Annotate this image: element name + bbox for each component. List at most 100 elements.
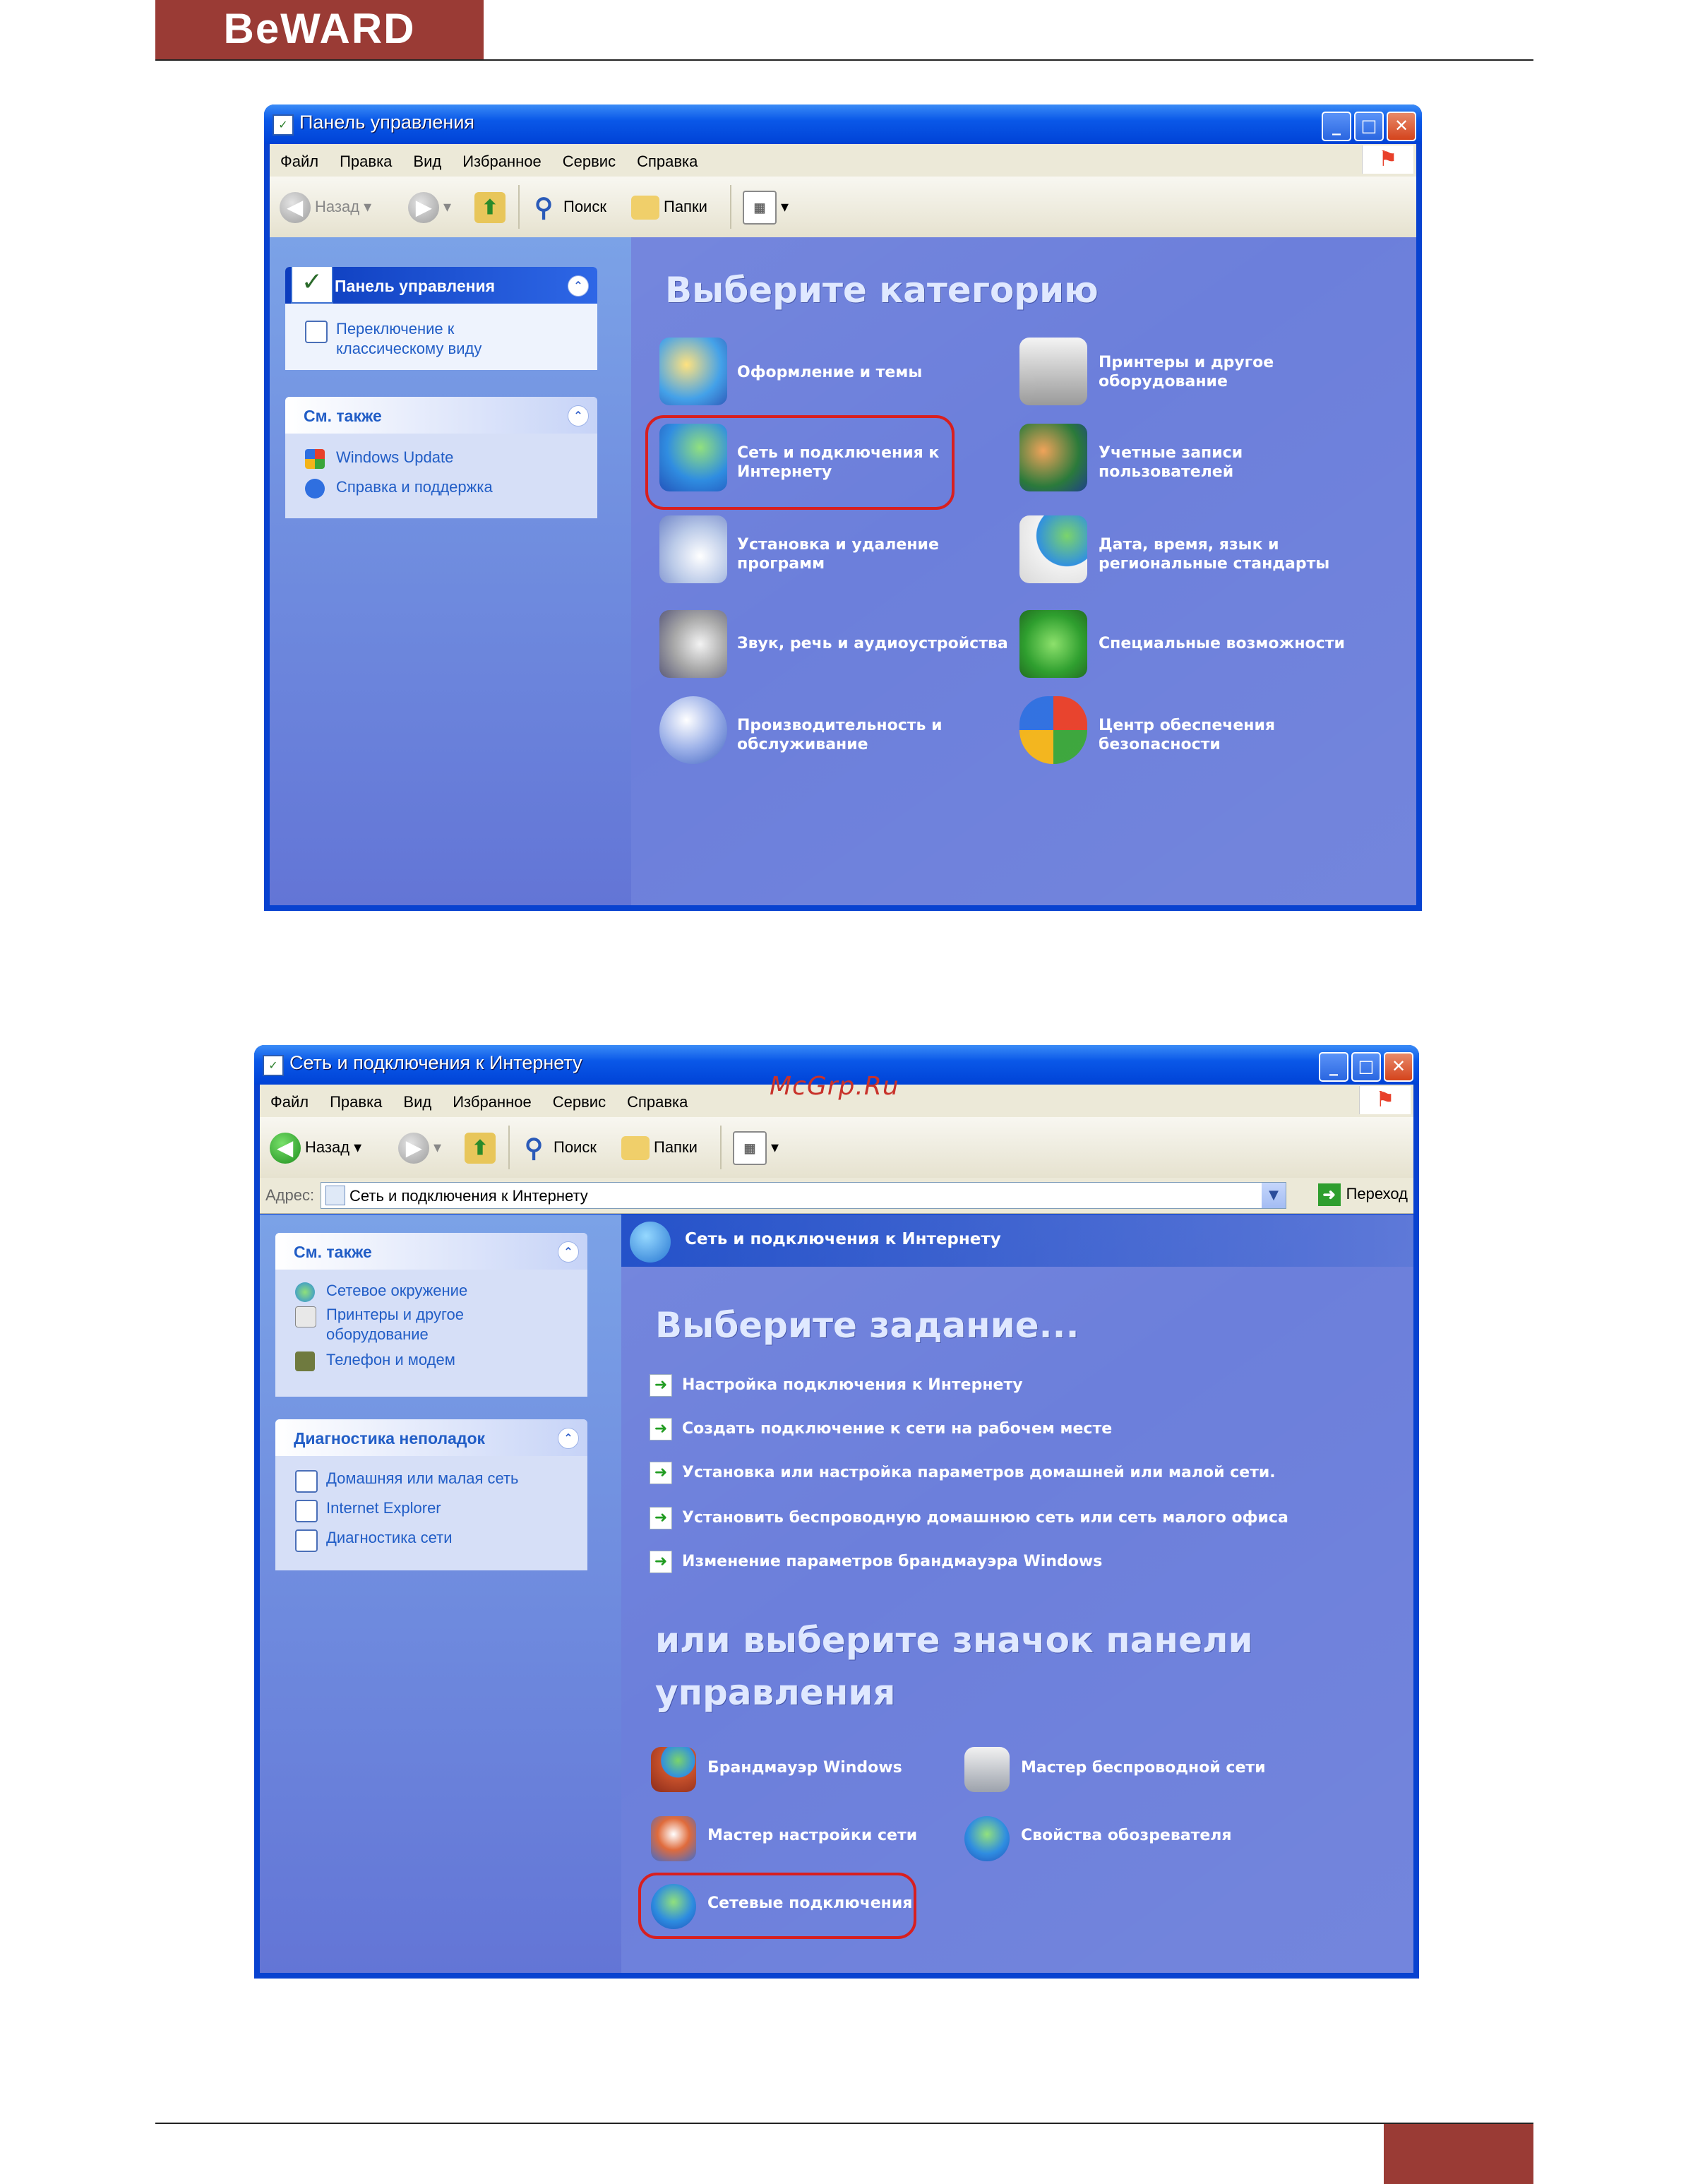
phone-modem-link[interactable]: Телефон и модем xyxy=(275,1350,587,1371)
accessibility-icon[interactable] xyxy=(1019,610,1087,678)
security-center-icon[interactable] xyxy=(1019,696,1087,764)
category-appearance[interactable]: Оформление и темы xyxy=(737,363,1005,382)
forward-button[interactable]: ▶ ▾ xyxy=(408,189,451,225)
address-input[interactable]: Сеть и подключения к Интернету ▼ xyxy=(321,1182,1286,1209)
troubleshooting-title: Диагностика неполадок xyxy=(294,1429,486,1448)
panel-icon-internet-options[interactable]: Свойства обозревателя xyxy=(1021,1826,1232,1845)
task-setup-internet[interactable]: ➜ Настройка подключения к Интернету xyxy=(650,1374,1023,1397)
menu-tools[interactable]: Сервис xyxy=(552,144,626,171)
switch-classic-view-link[interactable]: Переключение к классическому виду xyxy=(285,319,534,359)
wireless-wizard-icon[interactable] xyxy=(964,1747,1010,1792)
back-button[interactable]: ◀ Назад ▾ xyxy=(270,1130,361,1165)
chevron-down-icon[interactable]: ▼ xyxy=(1262,1183,1286,1208)
collapse-icon[interactable]: ⌃ xyxy=(558,1241,579,1263)
views-button[interactable]: ▦ ▾ xyxy=(743,189,789,225)
views-button[interactable]: ▦ ▾ xyxy=(733,1130,779,1166)
menu-view[interactable]: Вид xyxy=(393,1085,442,1111)
close-button[interactable]: ✕ xyxy=(1384,1052,1413,1082)
folders-icon xyxy=(621,1136,650,1161)
network-diagnostics-label: Диагностика сети xyxy=(326,1529,453,1546)
minimize-button[interactable]: _ xyxy=(1322,112,1351,141)
internet-explorer-label: Internet Explorer xyxy=(326,1499,441,1517)
control-panel-box-header[interactable]: ✓ Панель управления ⌃ xyxy=(285,267,597,304)
network-diagnostics-link[interactable]: Диагностика сети xyxy=(275,1528,587,1552)
menu-edit[interactable]: Правка xyxy=(329,144,402,171)
menu-tools[interactable]: Сервис xyxy=(542,1085,616,1111)
troubleshooting-header[interactable]: Диагностика неполадок ⌃ xyxy=(275,1419,587,1456)
see-also-header[interactable]: См. также ⌃ xyxy=(275,1233,587,1270)
sound-speech-icon[interactable] xyxy=(659,610,727,678)
printers-link[interactable]: Принтеры и другое оборудование xyxy=(275,1305,503,1344)
arrow-right-icon: ➜ xyxy=(650,1462,672,1484)
category-sound[interactable]: Звук, речь и аудиоустройства xyxy=(737,634,1019,653)
task-home-network-setup[interactable]: ➜ Установка или настройка параметров дома… xyxy=(650,1462,1276,1484)
task-create-workplace-connection[interactable]: ➜ Создать подключение к сети на рабочем м… xyxy=(650,1418,1112,1440)
internet-explorer-link[interactable]: Internet Explorer xyxy=(275,1498,587,1522)
search-button[interactable]: ⚲ Поиск xyxy=(518,1130,597,1165)
back-button[interactable]: ◀ Назад ▾ xyxy=(280,189,371,225)
category-accessibility[interactable]: Специальные возможности xyxy=(1099,634,1353,653)
up-button[interactable]: ⬆ xyxy=(465,1130,500,1165)
printers-icon[interactable] xyxy=(1019,338,1087,405)
help-icon xyxy=(295,1500,318,1522)
title-bar[interactable]: ✓ Панель управления _ □ ✕ xyxy=(264,105,1422,144)
category-performance[interactable]: Производительность и обслуживание xyxy=(737,716,963,754)
category-date-time[interactable]: Дата, время, язык и региональные стандар… xyxy=(1099,535,1353,573)
firewall-icon[interactable] xyxy=(651,1747,696,1792)
help-support-link[interactable]: Справка и поддержка xyxy=(285,477,597,499)
menu-file[interactable]: Файл xyxy=(270,144,329,171)
forward-button[interactable]: ▶ ▾ xyxy=(398,1130,441,1165)
search-button[interactable]: ⚲ Поиск xyxy=(528,189,606,225)
see-also-header[interactable]: См. также ⌃ xyxy=(285,397,597,434)
panel-icon-firewall[interactable]: Брандмауэр Windows xyxy=(707,1758,902,1777)
up-button[interactable]: ⬆ xyxy=(474,189,510,225)
home-network-label: Домашняя или малая сеть xyxy=(326,1469,519,1487)
task-label: Создать подключение к сети на рабочем ме… xyxy=(682,1420,1113,1438)
category-user-accounts[interactable]: Учетные записи пользователей xyxy=(1099,443,1282,482)
maximize-button[interactable]: □ xyxy=(1354,112,1384,141)
add-remove-programs-icon[interactable] xyxy=(659,515,727,583)
arrow-right-icon: ➜ xyxy=(650,1418,672,1440)
task-firewall-settings[interactable]: ➜ Изменение параметров брандмауэра Window… xyxy=(650,1551,1102,1573)
performance-maintenance-icon[interactable] xyxy=(659,696,727,764)
windows-flag-icon: ⚑ xyxy=(1359,1086,1411,1114)
date-time-language-icon[interactable] xyxy=(1019,515,1087,583)
category-security[interactable]: Центр обеспечения безопасности xyxy=(1099,716,1296,754)
close-button[interactable]: ✕ xyxy=(1387,112,1416,141)
see-also-title: См. также xyxy=(304,407,382,425)
internet-options-icon[interactable] xyxy=(964,1816,1010,1861)
menu-help[interactable]: Справка xyxy=(626,144,708,171)
minimize-button[interactable]: _ xyxy=(1319,1052,1348,1082)
category-printers[interactable]: Принтеры и другое оборудование xyxy=(1099,353,1332,391)
network-places-link[interactable]: Сетевое окружение xyxy=(275,1281,587,1302)
windows-update-link[interactable]: Windows Update xyxy=(285,448,597,469)
switch-view-label: Переключение к классическому виду xyxy=(336,320,482,357)
menu-file[interactable]: Файл xyxy=(260,1085,319,1111)
menu-favorites[interactable]: Избранное xyxy=(442,1085,542,1111)
menu-favorites[interactable]: Избранное xyxy=(452,144,552,171)
folders-button[interactable]: Папки xyxy=(621,1130,698,1165)
panel-icon-wireless-wizard[interactable]: Мастер беспроводной сети xyxy=(1021,1758,1266,1777)
toolbar: ◀ Назад ▾ ▶ ▾ ⬆ ⚲ Поиск Папки ▦ ▾ xyxy=(270,177,1416,238)
user-accounts-icon[interactable] xyxy=(1019,424,1087,491)
home-network-link[interactable]: Домашняя или малая сеть xyxy=(275,1469,587,1493)
breadcrumb-banner: Сеть и подключения к Интернету xyxy=(621,1215,1413,1267)
menu-help[interactable]: Справка xyxy=(616,1085,698,1111)
network-setup-wizard-icon[interactable] xyxy=(651,1816,696,1861)
appearance-themes-icon[interactable] xyxy=(659,338,727,405)
menu-view[interactable]: Вид xyxy=(402,144,452,171)
maximize-button[interactable]: □ xyxy=(1351,1052,1381,1082)
category-add-remove[interactable]: Установка и удаление программ xyxy=(737,535,970,573)
collapse-icon[interactable]: ⌃ xyxy=(568,405,589,426)
panel-icon-network-setup[interactable]: Мастер настройки сети xyxy=(707,1826,917,1845)
troubleshooting-box: Диагностика неполадок ⌃ Домашняя или мал… xyxy=(275,1419,587,1570)
go-button[interactable]: ➜ Переход xyxy=(1317,1183,1408,1206)
task-wireless-network[interactable]: ➜ Установить беспроводную домашнюю сеть и… xyxy=(650,1507,1288,1529)
menu-edit[interactable]: Правка xyxy=(319,1085,393,1111)
phone-icon xyxy=(295,1351,315,1371)
category-heading: Выберите категорию xyxy=(665,270,1099,311)
folders-button[interactable]: Папки xyxy=(631,189,707,225)
collapse-icon[interactable]: ⌃ xyxy=(558,1428,579,1449)
collapse-icon[interactable]: ⌃ xyxy=(568,275,589,297)
highlight-network-category xyxy=(645,415,955,510)
